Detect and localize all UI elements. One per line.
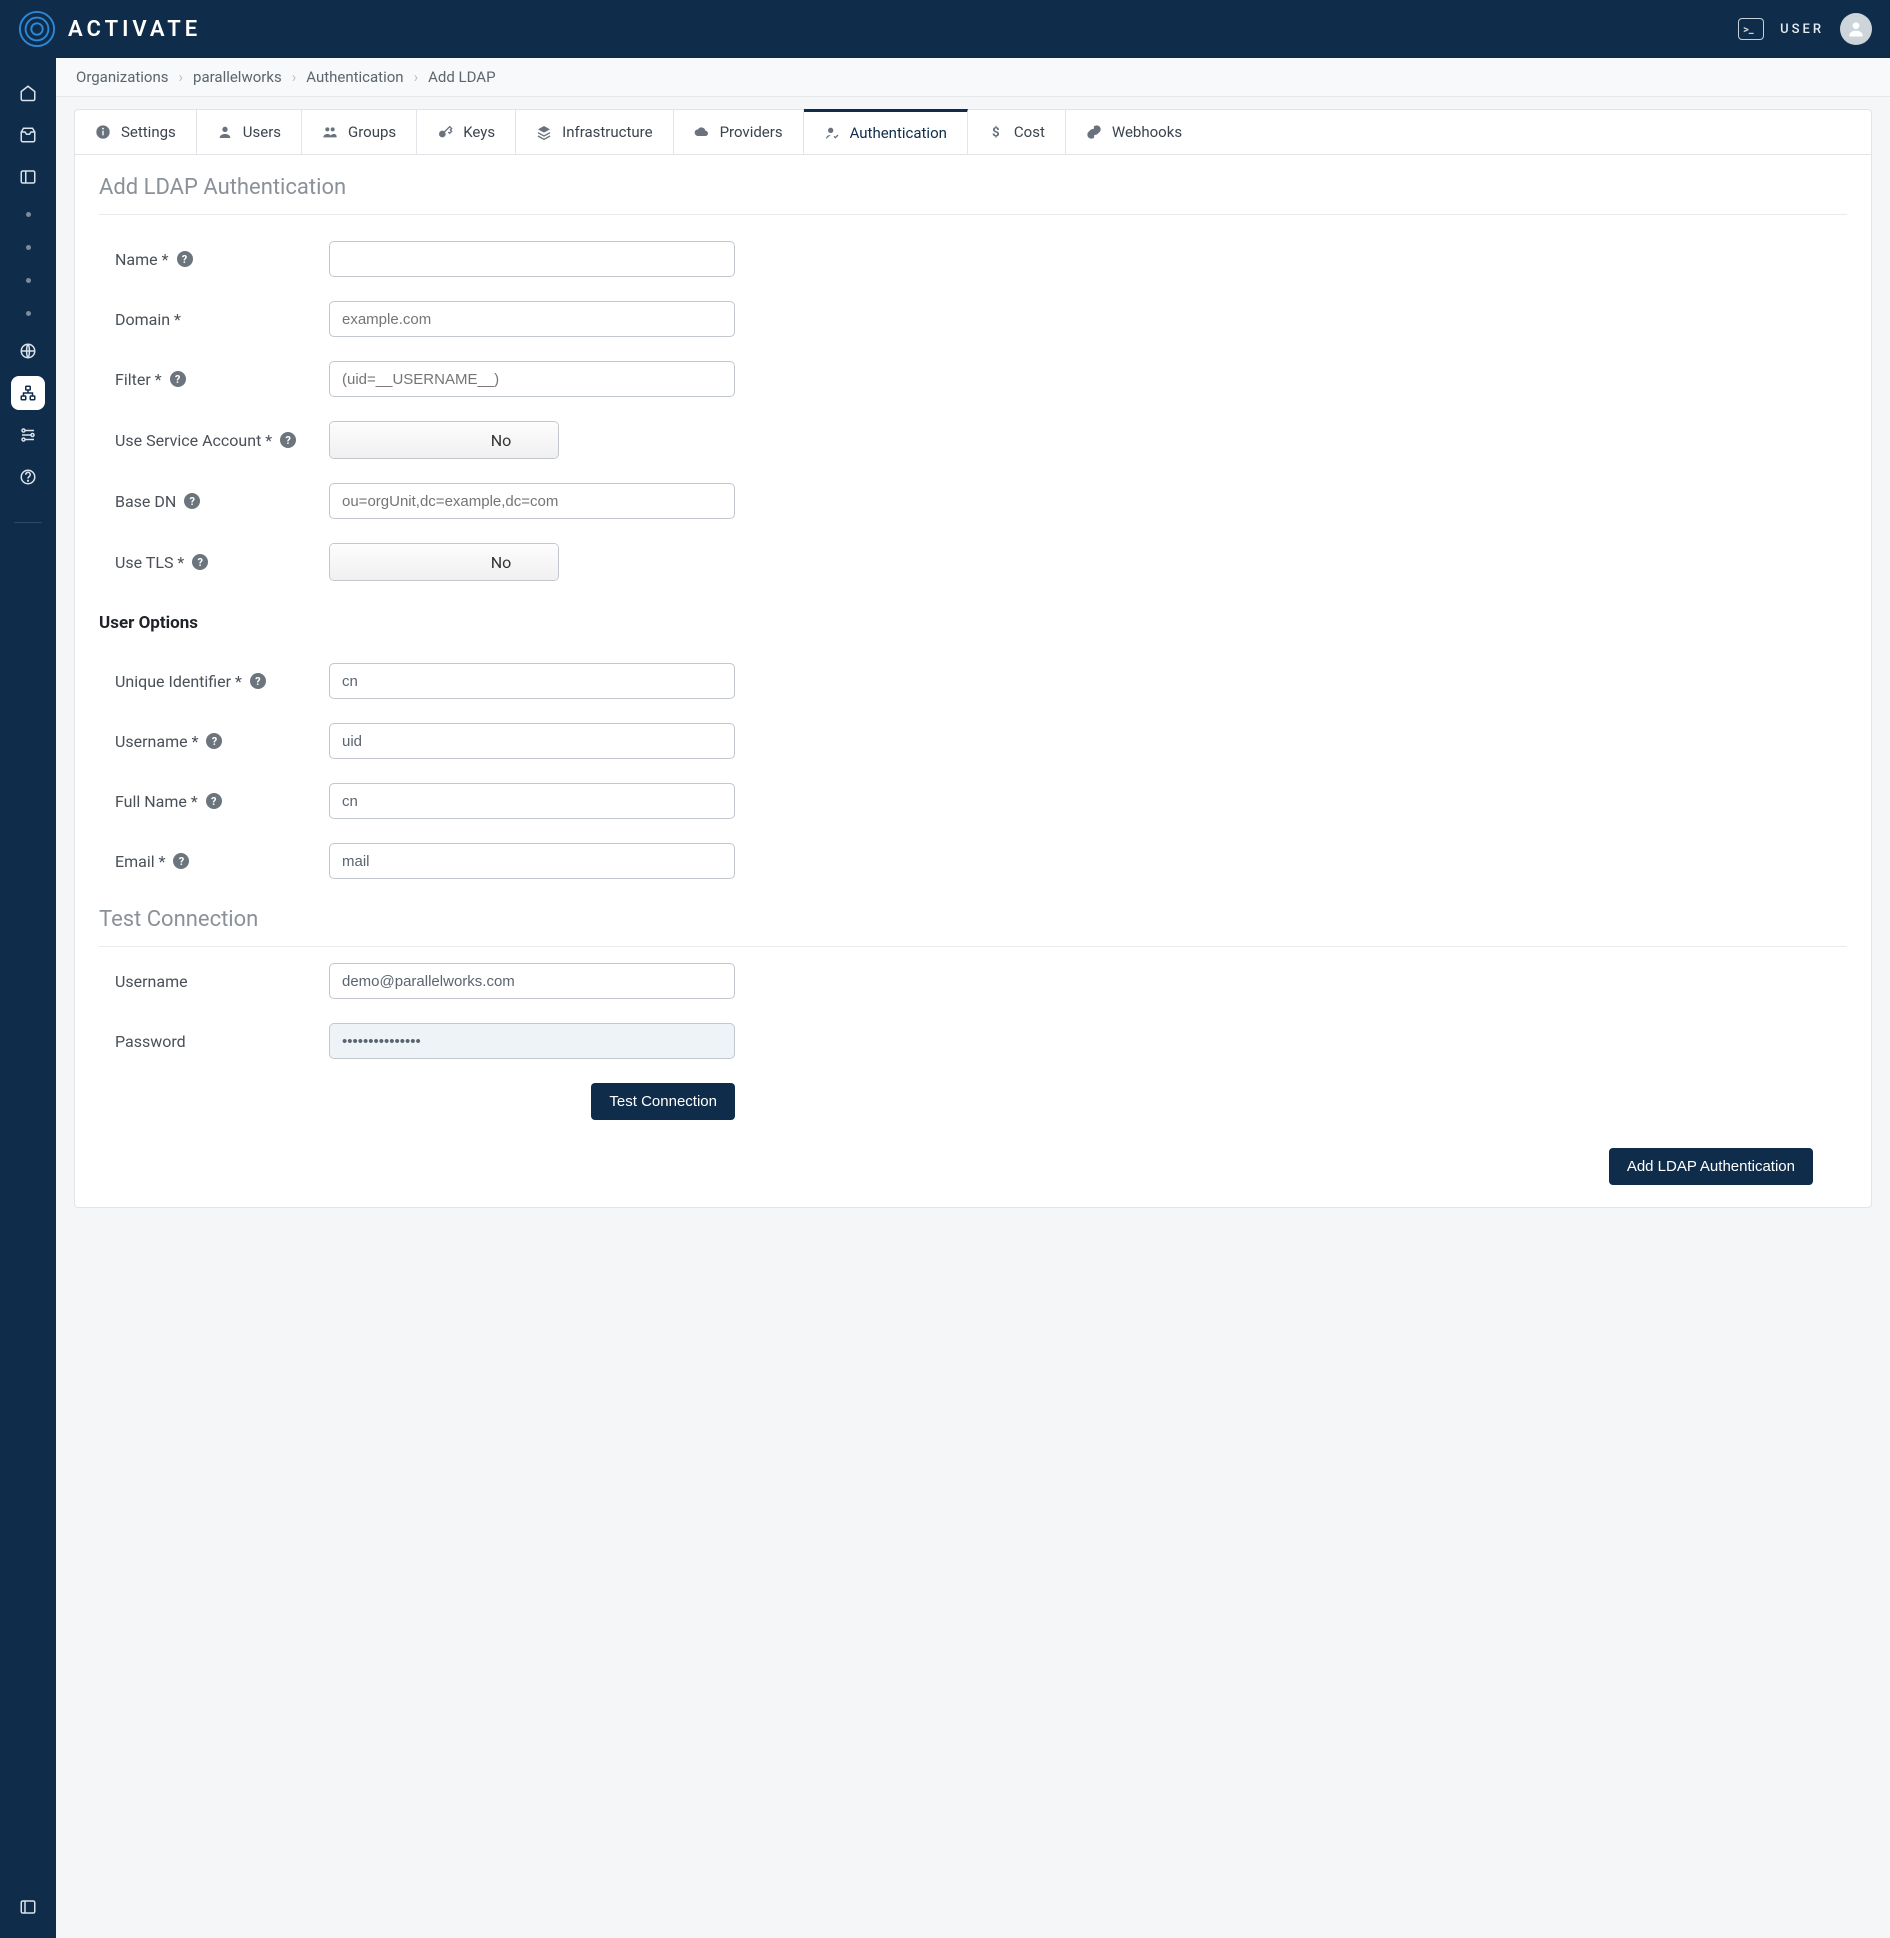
base-dn-input[interactable] [329, 483, 735, 519]
tab-label: Providers [720, 123, 783, 141]
test-connection-heading: Test Connection [75, 903, 1871, 946]
email-label: Email * ? [99, 852, 329, 871]
test-username-input[interactable] [329, 963, 735, 999]
tab-label: Keys [463, 123, 495, 141]
test-connection-button[interactable]: Test Connection [591, 1083, 735, 1120]
username-field-input[interactable] [329, 723, 735, 759]
sidenav-help[interactable] [11, 460, 45, 494]
info-icon [95, 124, 111, 140]
cloud-icon [694, 124, 710, 140]
svg-text:$: $ [992, 126, 1000, 140]
breadcrumb-item[interactable]: Organizations [76, 68, 169, 86]
main-panel: Settings Users Groups Keys [74, 109, 1872, 1208]
link-icon [1086, 124, 1102, 140]
layers-icon [536, 124, 552, 140]
section-title: Add LDAP Authentication [75, 155, 1871, 214]
sidenav-dot[interactable] [26, 245, 31, 250]
test-username-label: Username [99, 972, 329, 991]
domain-input[interactable] [329, 301, 735, 337]
sidenav-globe[interactable] [11, 334, 45, 368]
logo-icon [18, 10, 56, 48]
sidenav-dot[interactable] [26, 212, 31, 217]
tab-label: Cost [1014, 123, 1045, 141]
add-ldap-authentication-button[interactable]: Add LDAP Authentication [1609, 1148, 1813, 1185]
help-icon[interactable]: ? [206, 733, 222, 749]
sidenav-settings[interactable] [11, 418, 45, 452]
name-label: Name * ? [99, 250, 329, 269]
unique-identifier-label: Unique Identifier * ? [99, 672, 329, 691]
tab-label: Infrastructure [562, 123, 652, 141]
tab-users[interactable]: Users [197, 110, 302, 154]
use-service-account-label: Use Service Account * ? [99, 431, 329, 450]
use-tls-toggle[interactable]: No [329, 543, 559, 581]
name-input[interactable] [329, 241, 735, 277]
fullname-label: Full Name * ? [99, 792, 329, 811]
tab-webhooks[interactable]: Webhooks [1066, 110, 1202, 154]
breadcrumb-item[interactable]: parallelworks [193, 68, 282, 86]
test-password-input[interactable] [329, 1023, 735, 1059]
sidenav-collapse[interactable] [11, 1890, 45, 1924]
tab-authentication[interactable]: Authentication [804, 109, 968, 154]
tab-label: Settings [121, 123, 176, 141]
tab-label: Users [243, 123, 281, 141]
sidenav-dot[interactable] [26, 311, 31, 316]
sidenav-inbox[interactable] [11, 118, 45, 152]
logo[interactable]: ACTIVATE [18, 10, 201, 48]
tab-label: Webhooks [1112, 123, 1182, 141]
user-options-heading: User Options [75, 605, 1871, 637]
tab-label: Groups [348, 123, 396, 141]
sidenav-network[interactable] [11, 376, 45, 410]
username-label: Username * ? [99, 732, 329, 751]
filter-input[interactable] [329, 361, 735, 397]
help-icon[interactable]: ? [184, 493, 200, 509]
sidenav [0, 58, 56, 1938]
email-input[interactable] [329, 843, 735, 879]
terminal-icon[interactable]: >_ [1738, 18, 1764, 40]
unique-identifier-input[interactable] [329, 663, 735, 699]
tab-providers[interactable]: Providers [674, 110, 804, 154]
tab-label: Authentication [850, 124, 947, 142]
help-icon[interactable]: ? [206, 793, 222, 809]
breadcrumb-item[interactable]: Authentication [306, 68, 403, 86]
help-icon[interactable]: ? [170, 371, 186, 387]
sidenav-dot[interactable] [26, 278, 31, 283]
avatar[interactable] [1840, 13, 1872, 45]
chevron-right-icon: › [286, 68, 303, 86]
help-icon[interactable]: ? [173, 853, 189, 869]
key-icon [437, 124, 453, 140]
breadcrumb-item[interactable]: Add LDAP [428, 68, 495, 86]
chevron-right-icon: › [408, 68, 425, 86]
user-icon [217, 124, 233, 140]
group-icon [322, 124, 338, 140]
tab-keys[interactable]: Keys [417, 110, 516, 154]
domain-label: Domain * [99, 310, 329, 329]
tab-groups[interactable]: Groups [302, 110, 417, 154]
tab-infrastructure[interactable]: Infrastructure [516, 110, 673, 154]
user-auth-icon [824, 125, 840, 141]
help-icon[interactable]: ? [177, 251, 193, 267]
fullname-input[interactable] [329, 783, 735, 819]
tabs: Settings Users Groups Keys [75, 110, 1871, 155]
breadcrumb: Organizations › parallelworks › Authenti… [56, 58, 1890, 97]
test-password-label: Password [99, 1032, 329, 1051]
base-dn-label: Base DN ? [99, 492, 329, 511]
use-service-account-toggle[interactable]: No [329, 421, 559, 459]
tab-cost[interactable]: $ Cost [968, 110, 1066, 154]
sidenav-panel[interactable] [11, 160, 45, 194]
sidenav-home[interactable] [11, 76, 45, 110]
help-icon[interactable]: ? [192, 554, 208, 570]
filter-label: Filter * ? [99, 370, 329, 389]
dollar-icon: $ [988, 124, 1004, 140]
use-tls-label: Use TLS * ? [99, 553, 329, 572]
topbar: ACTIVATE >_ USER [0, 0, 1890, 58]
chevron-right-icon: › [173, 68, 190, 86]
user-label: USER [1780, 22, 1824, 37]
help-icon[interactable]: ? [280, 432, 296, 448]
logo-text: ACTIVATE [68, 17, 201, 42]
help-icon[interactable]: ? [250, 673, 266, 689]
tab-settings[interactable]: Settings [75, 110, 197, 154]
